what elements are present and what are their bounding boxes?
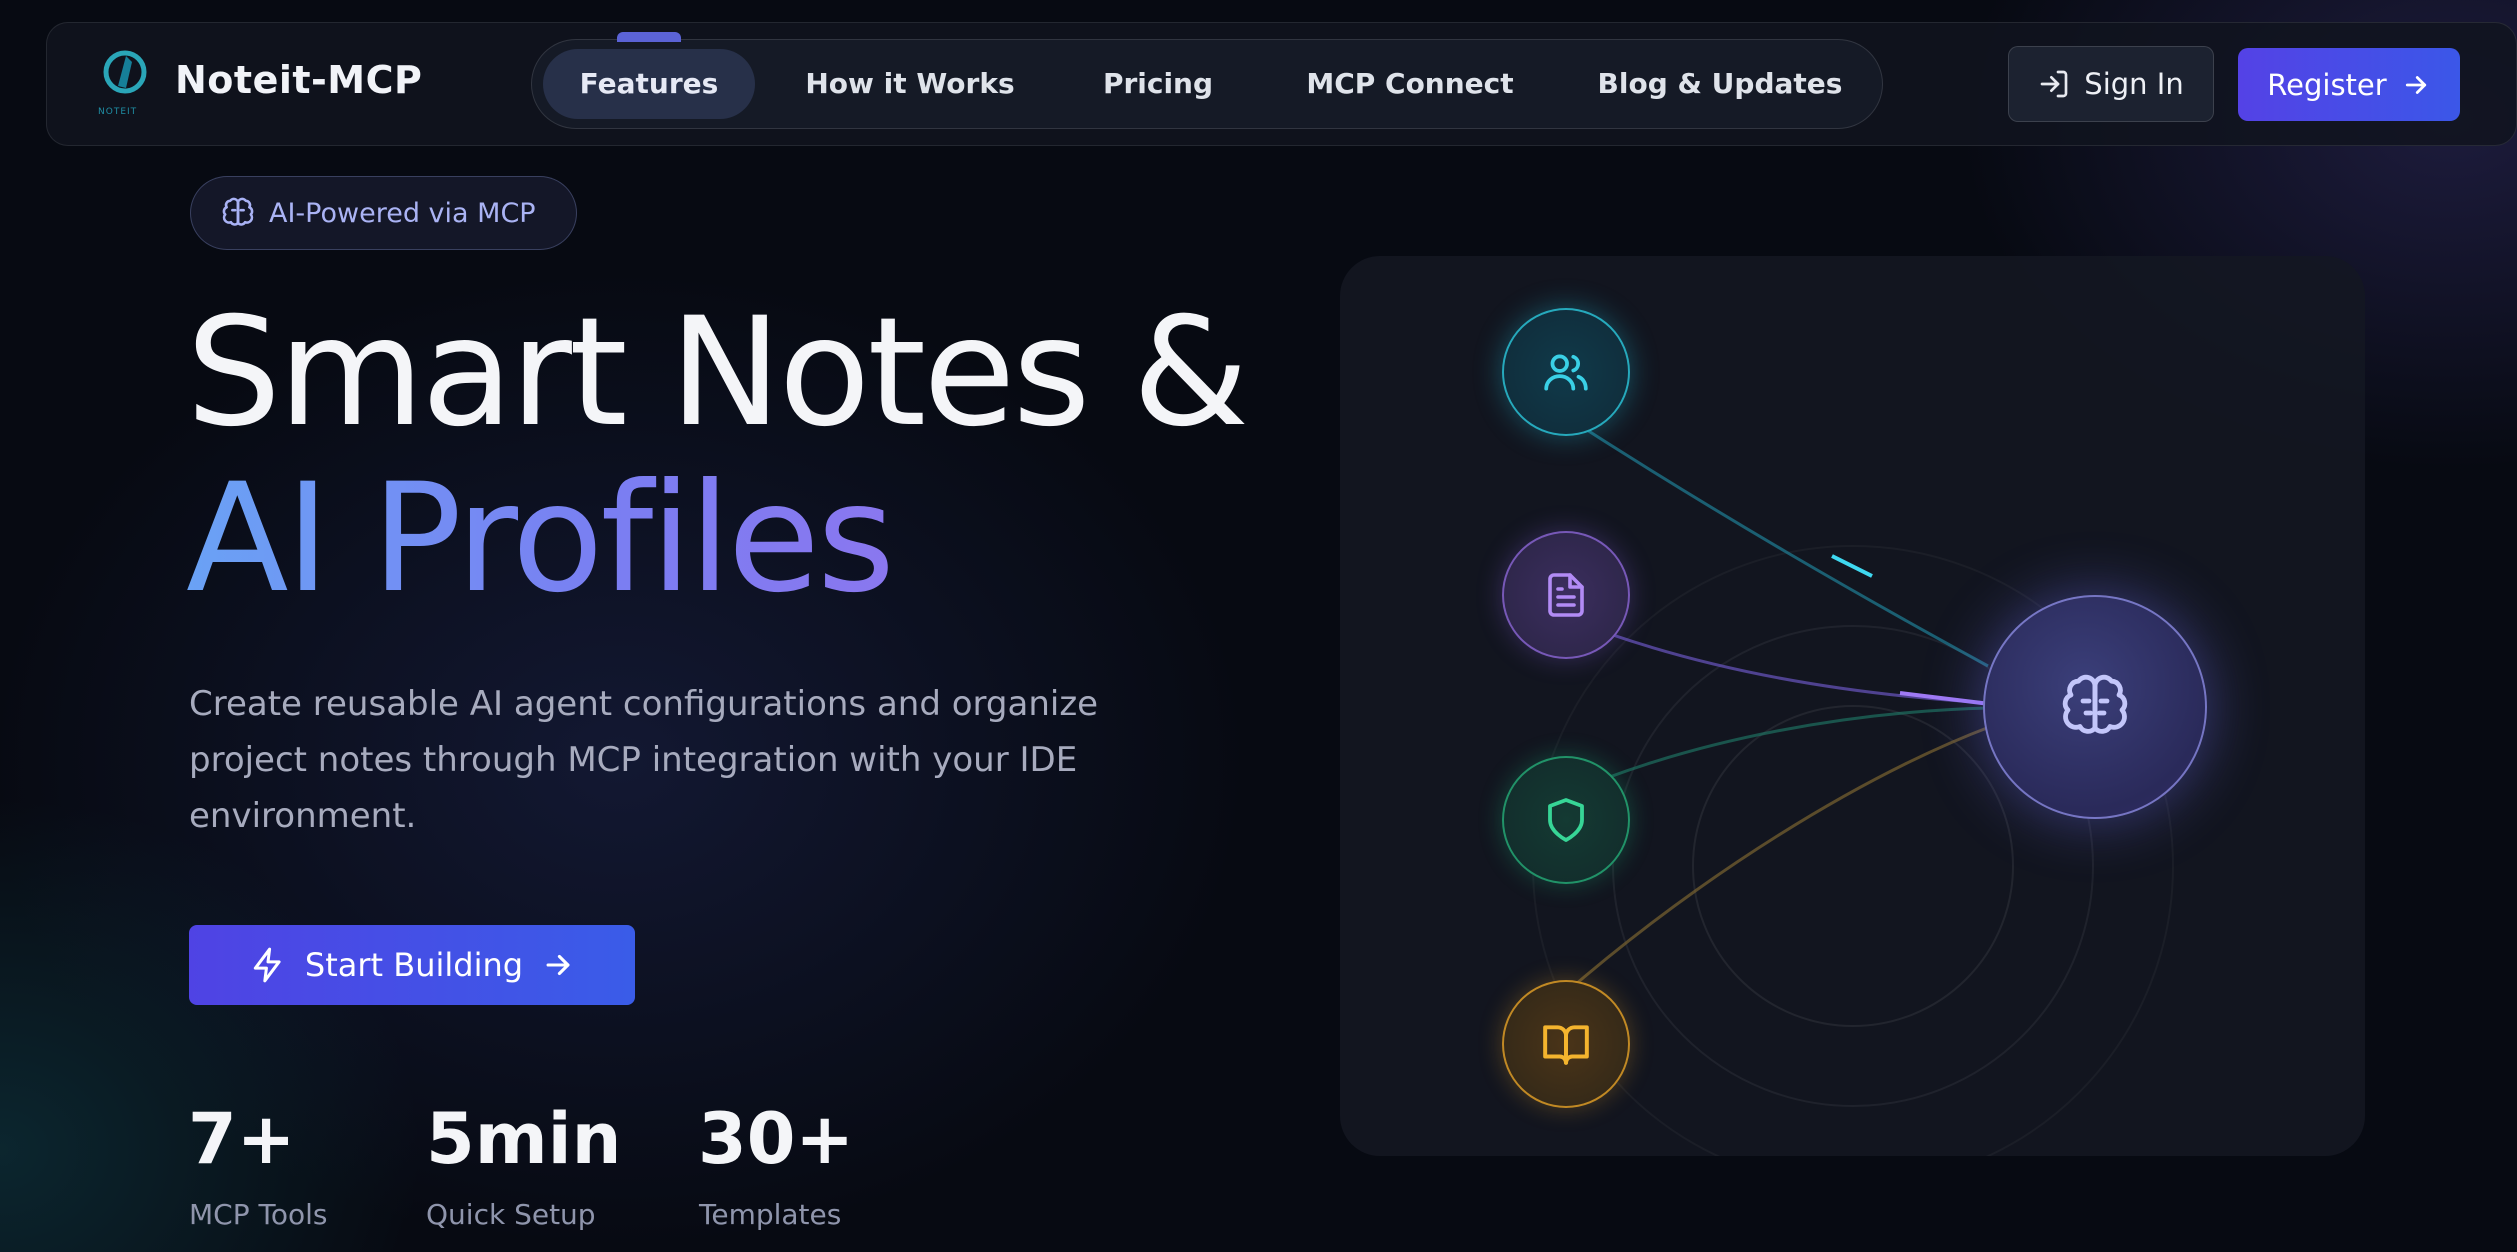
connection-book	[1561, 724, 1993, 998]
arrow-right-icon	[546, 954, 570, 976]
hero-title-line-2: AI Profiles	[186, 452, 895, 626]
connection-users	[1561, 412, 1989, 668]
stat-quick-setup-value: 5min	[426, 1098, 622, 1180]
brain-icon	[222, 197, 254, 226]
start-building-button[interactable]: Start Building	[189, 925, 635, 1005]
nav-blog-updates[interactable]: Blog & Updates	[1590, 49, 1850, 119]
users-node	[1502, 308, 1630, 436]
ai-hub-node	[1983, 595, 2207, 819]
brain-icon	[2062, 674, 2128, 734]
nav-how-it-works[interactable]: How it Works	[790, 49, 1030, 119]
connection-document	[1561, 614, 1991, 705]
ai-powered-badge: AI-Powered via MCP	[190, 176, 577, 250]
document-node	[1502, 531, 1630, 659]
arrow-right-icon	[2405, 75, 2426, 94]
connection-users-pulse	[1831, 554, 1873, 578]
start-building-label: Start Building	[304, 946, 524, 984]
stat-templates-label: Templates	[699, 1198, 842, 1231]
sign-in-button[interactable]: Sign In	[2008, 46, 2214, 122]
book-icon	[1543, 1025, 1589, 1065]
noteit-logo-icon[interactable]: NOTEIT	[96, 48, 158, 118]
login-icon	[2040, 70, 2068, 98]
stat-mcp-tools-value: 7+	[188, 1098, 296, 1180]
users-icon	[1544, 354, 1588, 391]
stat-quick-setup-label: Quick Setup	[426, 1198, 596, 1231]
lightning-icon	[253, 947, 281, 983]
shield-icon	[1548, 798, 1584, 842]
shield-node	[1502, 756, 1630, 884]
active-tab-indicator	[617, 32, 681, 42]
register-label: Register	[2267, 67, 2387, 102]
book-node	[1502, 980, 1630, 1108]
badge-label: AI-Powered via MCP	[269, 197, 536, 229]
logo-text: NOTEIT	[98, 107, 137, 117]
stat-templates-value: 30+	[698, 1098, 855, 1180]
hero-description: Create reusable AI agent configurations …	[189, 684, 1099, 836]
connection-shield	[1561, 706, 1991, 798]
nav-features[interactable]: Features	[543, 49, 755, 119]
diagram-connections	[1532, 412, 2174, 1156]
register-button[interactable]: Register	[2238, 48, 2460, 121]
nav-pricing[interactable]: Pricing	[1078, 49, 1238, 119]
document-icon	[1548, 573, 1584, 617]
brand-name[interactable]: Noteit-MCP	[175, 58, 422, 102]
stat-mcp-tools-label: MCP Tools	[189, 1198, 328, 1231]
hero-title-line-1: Smart Notes &	[186, 286, 1249, 460]
nav-mcp-connect[interactable]: MCP Connect	[1290, 49, 1530, 119]
sign-in-label: Sign In	[2084, 67, 2184, 101]
